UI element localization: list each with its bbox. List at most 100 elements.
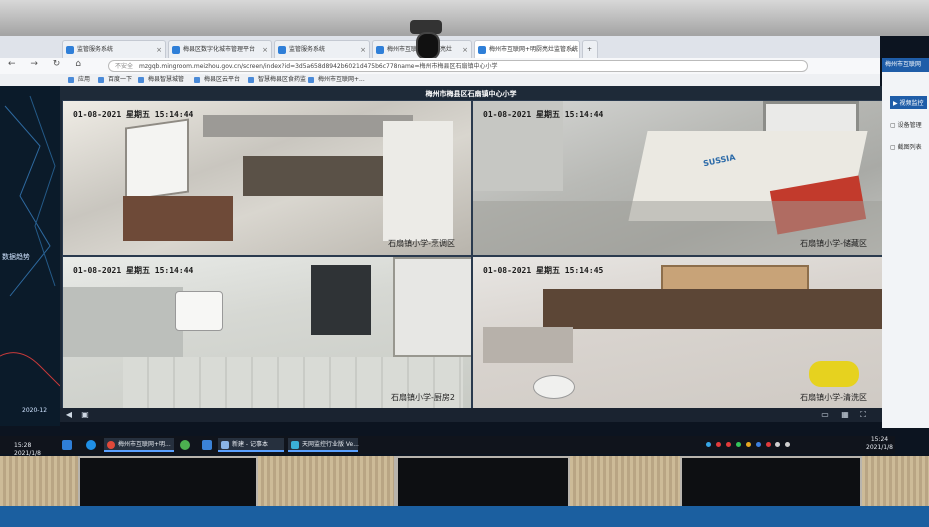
washing-counter [543, 289, 883, 329]
bookmark-icon [248, 77, 254, 83]
device-icon: ▢ [890, 122, 898, 129]
menu-item-screenshot[interactable]: ▢ 截图列表 [890, 142, 922, 151]
bookmark-item[interactable]: 应用 [68, 75, 90, 85]
sink-cabinet [63, 287, 183, 357]
page-icon [376, 46, 384, 54]
stove [243, 156, 383, 196]
browser-tab[interactable]: 梅县区数字化城市管理平台 × [168, 40, 272, 58]
feed-location-label: 石扇镇小学-储藏区 [800, 239, 867, 248]
url-text: mzgqb.mingroom.meizhou.gov.cn/screen/ind… [139, 63, 498, 70]
yellow-container [809, 361, 859, 387]
screenshot-icon[interactable]: ▭ [820, 410, 830, 420]
basin [533, 375, 575, 399]
window [125, 118, 189, 202]
video-toolbar: ◀ ▣ ▭ ▦ ⛶ [60, 408, 882, 422]
app-icon[interactable] [202, 440, 212, 450]
taskbar-button-chrome[interactable]: 梅州市互联网+明... [104, 438, 174, 452]
volume-icon[interactable] [785, 442, 791, 447]
trend-label: 数据趋势 [2, 253, 30, 261]
system-tray [706, 438, 866, 452]
layout-icon[interactable]: ▦ [840, 410, 850, 420]
volume-icon[interactable]: ◀ [64, 410, 74, 420]
snapshot-icon[interactable]: ▣ [80, 410, 90, 420]
tray-icon[interactable] [735, 442, 741, 447]
feed-timestamp: 01-08-2021 星期五 15:14:44 [483, 110, 604, 119]
wall-panel [383, 121, 453, 241]
bookmark-item[interactable]: 智慧梅县区食药监 [248, 75, 306, 85]
feed-timestamp: 01-08-2021 星期五 15:14:45 [483, 266, 604, 275]
browser-tab-active[interactable]: 梅州市互联网+明厨亮灶监管系统 × [474, 40, 580, 58]
fullscreen-icon[interactable]: ⛶ [858, 410, 868, 420]
tray-icon[interactable] [715, 442, 721, 447]
feed-timestamp: 01-08-2021 星期五 15:14:44 [73, 110, 194, 119]
wood-panel [862, 456, 929, 506]
browser-tab[interactable]: 监管服务系统 × [274, 40, 370, 58]
tray-icon[interactable] [706, 442, 711, 447]
close-icon[interactable]: × [570, 41, 576, 58]
camera-feed-storage[interactable]: SUSSIA 01-08-2021 星期五 15:14:44 石扇镇小学-储藏区 [472, 100, 884, 256]
feed-location-label: 石扇镇小学-清洗区 [800, 393, 867, 402]
wood-panel [570, 456, 680, 506]
insecure-label: 不安全 [115, 63, 134, 70]
bookmark-item[interactable]: 梅县智慧城管 [138, 75, 184, 85]
white-bucket [175, 291, 223, 331]
black-cabinet [311, 265, 371, 335]
taskbar-clock[interactable]: 15:24 2021/1/8 [866, 436, 893, 452]
feed-timestamp: 01-08-2021 星期五 15:14:44 [73, 266, 194, 275]
page-icon [66, 46, 74, 54]
page-icon [278, 46, 286, 54]
taskbar-button-notepad[interactable]: 新建 - 记事本 [218, 438, 284, 452]
feed-location-label: 石扇镇小学-烹调区 [388, 239, 455, 248]
tray-icon[interactable] [725, 442, 731, 447]
bookmark-icon [308, 77, 314, 83]
menu-item-device[interactable]: ▢ 设备管理 [890, 120, 922, 129]
page-icon [172, 46, 180, 54]
screenshot-icon: ▢ [890, 144, 898, 151]
camera-feed-cooking[interactable]: 01-08-2021 星期五 15:14:44 石扇镇小学-烹调区 [62, 100, 472, 256]
new-tab-button[interactable]: + [582, 40, 598, 58]
ie-browser-icon[interactable] [86, 440, 96, 450]
window-grille [393, 257, 471, 357]
feed-location-label: 石扇镇小学-厨房2 [391, 393, 455, 402]
camera-feed-kitchen2[interactable]: 01-08-2021 星期五 15:14:44 石扇镇小学-厨房2 [62, 256, 472, 410]
app-icon[interactable] [180, 440, 190, 450]
notepad-icon [221, 441, 229, 449]
url-input[interactable]: 不安全 mzgqb.mingroom.meizhou.gov.cn/screen/… [108, 60, 808, 72]
bookmark-item[interactable]: 百度一下 [98, 75, 132, 85]
counter [123, 196, 233, 241]
nav-buttons[interactable]: ← → ↻ ⌂ [8, 59, 87, 69]
desk-edge [0, 506, 929, 527]
close-icon[interactable]: × [462, 41, 468, 58]
close-icon[interactable]: × [262, 41, 268, 58]
right-side-panel [882, 58, 929, 428]
video-wall-title: 梅州市梅县区石扇镇中心小学 [425, 90, 517, 98]
bookmark-item[interactable]: 梅州市互联网+... [308, 75, 365, 85]
close-icon[interactable]: × [360, 41, 366, 58]
drain-area [483, 327, 573, 363]
bookmark-icon [194, 77, 200, 83]
taskbar-button-monitor[interactable]: 天网监控行业版 Ve... [288, 438, 359, 452]
chrome-icon [107, 441, 115, 449]
menu-item-video[interactable]: ▶ 视频监控 [890, 96, 927, 109]
network-icon[interactable] [775, 442, 781, 447]
tray-icon[interactable] [755, 442, 761, 447]
wood-panel [258, 456, 394, 506]
bookmark-icon [138, 77, 144, 83]
camera-feed-washing[interactable]: 01-08-2021 星期五 15:14:45 石扇镇小学-清洗区 [472, 256, 884, 410]
tray-icon[interactable] [765, 442, 771, 447]
range-hood [203, 115, 413, 137]
bookmark-item[interactable]: 梅县区云平台 [194, 75, 240, 85]
windows-start-icon[interactable] [62, 440, 72, 450]
close-icon[interactable]: × [156, 41, 162, 58]
monitor-app-icon [291, 441, 299, 449]
browser-tab[interactable]: 监管服务系统 × [62, 40, 166, 58]
tray-icon[interactable] [745, 442, 751, 447]
camera-lens-icon [416, 32, 440, 60]
bookmark-icon [98, 77, 104, 83]
right-panel-header: 梅州市互联网 [882, 58, 929, 72]
wood-panel [0, 456, 78, 506]
page-icon [478, 46, 486, 54]
panel-date: 2020-12 [22, 407, 48, 414]
ceiling-camera [404, 18, 448, 60]
apps-icon [68, 77, 74, 83]
